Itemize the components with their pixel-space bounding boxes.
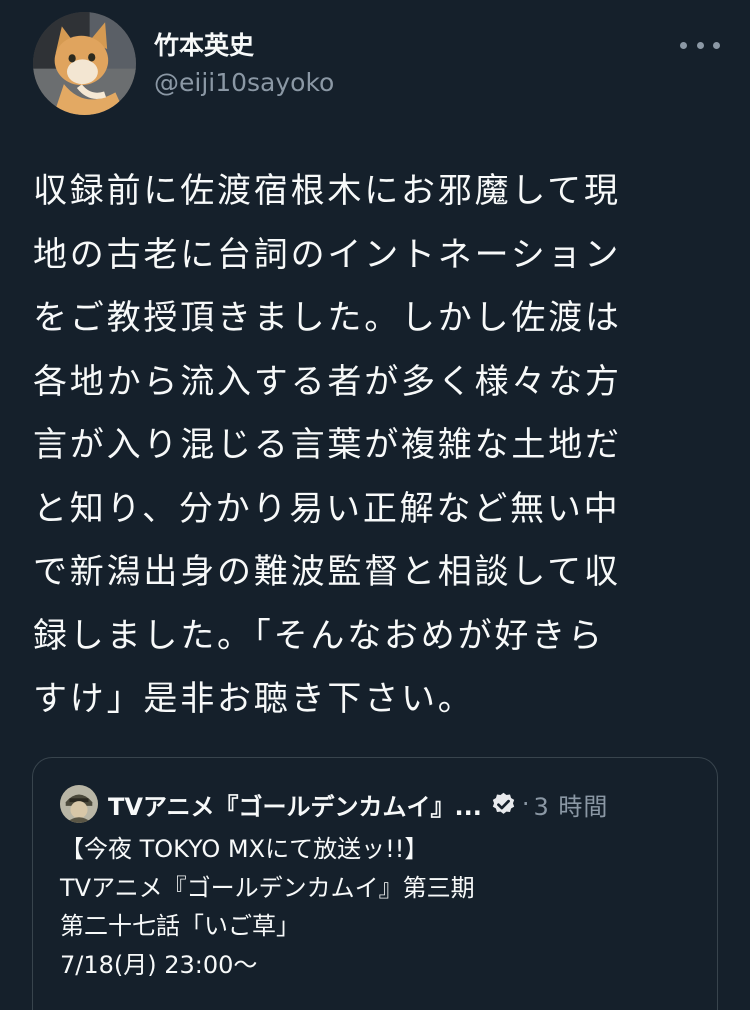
more-horizontal-icon-dot	[696, 41, 704, 49]
cat-avatar-icon	[33, 12, 136, 115]
author-handle[interactable]: @eiji10sayoko	[154, 68, 334, 97]
author-avatar[interactable]	[33, 12, 136, 115]
quoted-tweet-separator: ·	[521, 790, 530, 818]
verified-badge-icon	[492, 792, 515, 814]
quoted-tweet-text: 【今夜 TOKYO MXにて放送ッ!!】 TVアニメ『ゴールデンカムイ』第三期 …	[60, 835, 475, 979]
quoted-author-name[interactable]: TVアニメ『ゴールデンカムイ』...	[108, 787, 482, 822]
more-horizontal-icon	[680, 41, 687, 49]
quoted-tweet-header: TVアニメ『ゴールデンカムイ』... · 3 時間	[60, 785, 608, 823]
tweet-text: 収録前に佐渡宿根木にお邪魔して現 地の古老に台詞のイントネーション をご教授頂き…	[33, 171, 622, 719]
quoted-tweet-timestamp[interactable]: 3 時間	[533, 787, 608, 822]
more-options-button[interactable]	[680, 30, 720, 60]
quoted-author-avatar[interactable]	[60, 785, 98, 823]
anime-character-avatar-icon	[60, 785, 98, 823]
author-display-name[interactable]: 竹本英史	[154, 26, 254, 62]
quoted-tweet-card[interactable]: TVアニメ『ゴールデンカムイ』... · 3 時間 【今夜 TOKYO MXにて…	[32, 757, 718, 1010]
more-horizontal-icon-dot	[713, 41, 720, 49]
tweet: 竹本英史 @eiji10sayoko 収録前に佐渡宿根木にお邪魔して現 地の古老…	[0, 0, 750, 1010]
